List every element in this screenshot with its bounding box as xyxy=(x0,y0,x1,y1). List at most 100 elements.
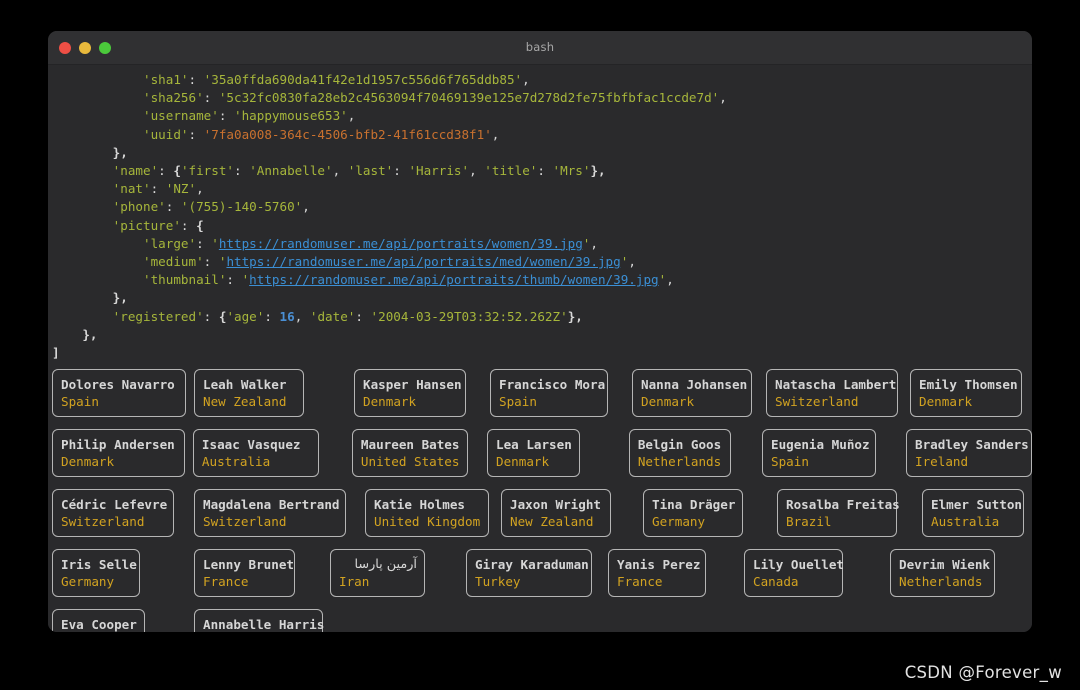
user-card-name: Isaac Vasquez xyxy=(201,437,301,453)
user-card-name: Tina Dräger xyxy=(652,497,736,513)
terminal-body[interactable]: 'sha1': '35a0ffda690da41f42e1d1957c556d6… xyxy=(48,65,1032,632)
output-token: }, xyxy=(82,326,98,342)
user-card[interactable]: Lenny Brunet France xyxy=(194,549,295,598)
user-card[interactable]: Belgin Goos Netherlands xyxy=(628,429,732,478)
user-card[interactable]: Eugenia Muñoz Spain xyxy=(762,429,877,478)
user-card-country: Turkey xyxy=(475,574,521,590)
user-card[interactable]: Elmer Sutton Australia xyxy=(922,489,1024,538)
output-token: , xyxy=(666,272,674,288)
output-token: }, xyxy=(590,163,606,179)
user-card[interactable]: Rosalba Freitas Brazil xyxy=(777,489,900,538)
user-card-country: Switzerland xyxy=(61,514,145,530)
output-token: 'Annabelle' xyxy=(249,163,333,179)
user-card[interactable]: Annabelle HarrisNew Zealand xyxy=(194,609,324,632)
output-token: , xyxy=(628,254,636,270)
user-card-country: Switzerland xyxy=(203,514,287,530)
user-card[interactable]: Francisco Mora Spain xyxy=(490,369,608,418)
output-token: , xyxy=(719,90,727,106)
output-token: : xyxy=(393,163,409,179)
output-token xyxy=(52,163,113,178)
user-card[interactable]: Yanis Perez France xyxy=(608,549,706,598)
terminal-titlebar[interactable]: bash xyxy=(48,31,1032,65)
user-card[interactable]: آرمین پارسا Iran xyxy=(330,549,425,598)
card-row: Philip Andersen Denmark Isaac Vasquez Austr… xyxy=(52,429,1032,489)
user-card-name: Lea Larsen xyxy=(495,437,572,453)
user-card[interactable]: Emily Thomsen Denmark xyxy=(910,369,1022,418)
output-line: 'username': 'happymouse653', xyxy=(52,107,1032,125)
output-token: 16 xyxy=(279,308,295,324)
output-token xyxy=(52,90,143,105)
output-token[interactable]: https://randomuser.me/api/portraits/med/… xyxy=(226,254,620,269)
output-line: }, xyxy=(52,289,1032,307)
user-card[interactable]: Leah Walker New Zealand xyxy=(194,369,304,418)
output-token xyxy=(52,108,143,123)
output-token: : xyxy=(188,126,204,142)
user-card[interactable]: Cédric Lefevre Switzerland xyxy=(52,489,174,538)
user-card[interactable]: Giray Karaduman Turkey xyxy=(466,549,592,598)
output-token xyxy=(52,290,113,305)
output-token: : xyxy=(188,72,204,87)
output-line: 'sha256': '5c32fc0830fa28eb2c4563094f704… xyxy=(52,89,1032,107)
user-card-country: Iran xyxy=(339,574,370,590)
card-row: Iris Selle Germany Lenny Brunet France آرمین… xyxy=(52,549,1032,609)
output-token: 'sha256' xyxy=(143,90,204,106)
user-card[interactable]: Philip Andersen Denmark xyxy=(52,429,185,478)
output-token: , xyxy=(522,72,530,87)
user-card[interactable]: Lea Larsen Denmark xyxy=(486,429,580,478)
user-card-name: Emily Thomsen xyxy=(919,377,1018,393)
user-card[interactable]: Lily Ouellet Canada xyxy=(744,549,844,598)
output-token: : xyxy=(158,163,174,179)
user-card-country: Netherlands xyxy=(637,454,722,470)
output-token: : xyxy=(234,163,250,179)
user-card-name: Natascha Lambert xyxy=(775,377,897,393)
user-card[interactable]: Eva CooperIreland xyxy=(52,609,145,632)
user-card[interactable]: Maureen Bates United States xyxy=(351,429,468,478)
output-token: 'Harris' xyxy=(408,163,470,179)
user-card[interactable]: Devrim Wienk Netherlands xyxy=(890,549,995,598)
user-card-country: Denmark xyxy=(363,394,417,410)
output-token: 'happymouse653' xyxy=(234,108,348,124)
output-token: : xyxy=(355,308,371,324)
user-card[interactable]: Dolores Navarro Spain xyxy=(52,369,186,418)
output-token: : xyxy=(196,235,212,251)
user-card[interactable]: Iris Selle Germany xyxy=(52,549,140,598)
output-token: 'username' xyxy=(143,108,219,124)
output-line: ] xyxy=(52,344,1032,362)
output-token: { xyxy=(173,163,181,179)
output-token: }, xyxy=(567,308,583,324)
user-card-country: Australia xyxy=(931,514,1000,530)
output-token: : xyxy=(226,272,242,288)
output-line: }, xyxy=(52,144,1032,162)
user-card[interactable]: Tina Dräger Germany xyxy=(643,489,743,538)
output-token: 'date' xyxy=(309,308,356,324)
output-token xyxy=(52,181,113,196)
output-token: 'thumbnail' xyxy=(143,272,227,288)
user-card[interactable]: Katie Holmes United Kingdom xyxy=(365,489,489,538)
user-card-country: Germany xyxy=(61,574,115,590)
user-card[interactable]: Nanna Johansen Denmark xyxy=(632,369,752,418)
user-card[interactable]: Magdalena Bertrand Switzerland xyxy=(194,489,346,538)
output-token[interactable]: https://randomuser.me/api/portraits/wome… xyxy=(219,236,583,251)
user-card[interactable]: Bradley Sanders Ireland xyxy=(906,429,1032,478)
user-card[interactable]: Isaac Vasquez Australia xyxy=(192,429,319,478)
user-card-name: Devrim Wienk xyxy=(899,557,990,573)
user-card[interactable]: Natascha Lambert Switzerland xyxy=(766,369,898,418)
user-card-name: Jaxon Wright xyxy=(510,497,601,513)
user-card[interactable]: Jaxon Wright New Zealand xyxy=(501,489,611,538)
output-token: '5c32fc0830fa28eb2c4563094f70469139e125e… xyxy=(218,90,720,106)
user-card-name: Francisco Mora xyxy=(499,377,606,393)
output-token[interactable]: https://randomuser.me/api/portraits/thum… xyxy=(249,272,658,287)
user-card-country: United States xyxy=(360,454,460,470)
user-card-country: Denmark xyxy=(919,394,973,410)
output-token: : xyxy=(203,254,219,270)
user-card-name: Magdalena Bertrand xyxy=(203,497,340,513)
user-card-country: France xyxy=(617,574,663,590)
user-card-name: Lenny Brunet xyxy=(203,557,294,573)
output-line: }, xyxy=(52,326,1032,344)
output-token xyxy=(52,309,113,324)
output-line: 'nat': 'NZ', xyxy=(52,180,1032,198)
user-card[interactable]: Kasper Hansen Denmark xyxy=(354,369,466,418)
output-token: { xyxy=(196,217,204,233)
user-card-country: Germany xyxy=(652,514,706,530)
user-card-name: Bradley Sanders xyxy=(915,437,1029,453)
